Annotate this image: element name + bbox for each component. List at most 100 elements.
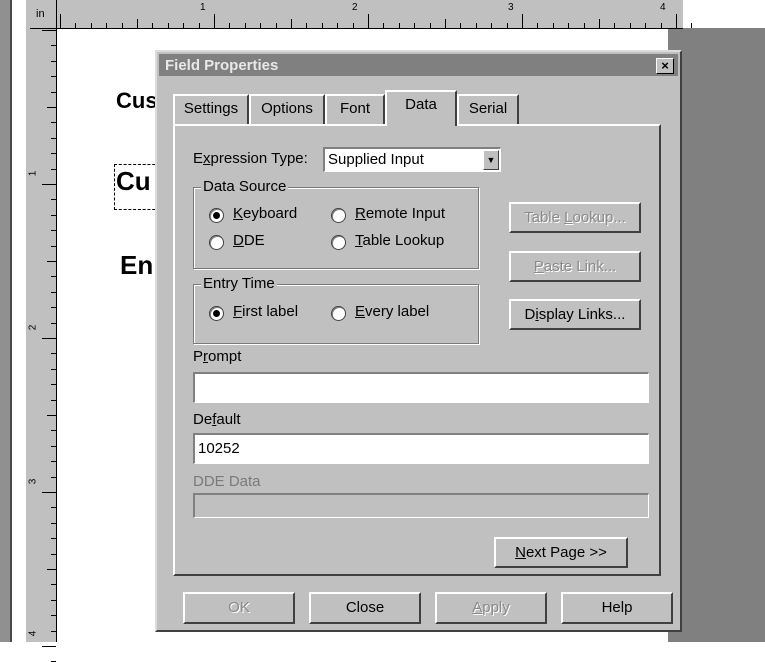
ruler-tick: [568, 23, 570, 28]
window-left-edge: [0, 0, 10, 642]
close-button[interactable]: Close: [309, 592, 421, 624]
ruler-tick: [137, 19, 138, 28]
ruler-tick: [506, 23, 508, 28]
ruler-tick: [51, 307, 56, 309]
canvas-text-field-3[interactable]: En: [120, 250, 153, 281]
vruler-label-1: 1: [27, 170, 39, 177]
ruler-tick: [445, 19, 446, 28]
vertical-ruler: 1 2 3 4: [26, 0, 57, 662]
ruler-tick: [51, 476, 56, 478]
ruler-tick: [51, 276, 56, 278]
ruler-tick: [51, 230, 56, 232]
ruler-tick: [198, 23, 200, 28]
ruler-tick: [51, 599, 56, 601]
ruler-tick: [51, 91, 56, 93]
ruler-tick: [229, 23, 231, 28]
tab-options[interactable]: Options: [249, 94, 325, 124]
vruler-label-4: 4: [27, 630, 39, 637]
help-button[interactable]: Help: [561, 592, 673, 624]
ruler-tick: [51, 522, 56, 524]
ruler-tick: [51, 137, 56, 139]
ruler-tick: [90, 23, 92, 28]
ruler-tick: [244, 23, 246, 28]
tab-font[interactable]: Font: [325, 94, 385, 124]
ruler-tick: [60, 14, 61, 28]
tab-settings[interactable]: Settings: [173, 94, 249, 124]
ruler-tick: [368, 14, 369, 28]
ruler-tick: [552, 23, 554, 28]
ruler-tick: [51, 615, 56, 617]
ruler-tick: [42, 338, 56, 339]
apply-button[interactable]: Apply: [435, 592, 547, 624]
ruler-tick: [614, 23, 616, 28]
ruler-tick: [47, 569, 56, 570]
ruler-tick: [414, 23, 416, 28]
dialog-title: Field Properties: [165, 57, 279, 74]
ruler-tick: [75, 23, 77, 28]
ruler-tick: [51, 368, 56, 370]
ruler-tick: [629, 23, 631, 28]
ruler-tick: [51, 399, 56, 401]
ruler-unit-corner: in: [30, 0, 57, 29]
ruler-tick: [352, 23, 354, 28]
vruler-label-3: 3: [27, 478, 39, 485]
ok-button[interactable]: OK: [183, 592, 295, 624]
close-icon[interactable]: ×: [656, 58, 674, 74]
ruler-tick: [291, 19, 292, 28]
ruler-tick: [383, 23, 385, 28]
ruler-tick: [167, 23, 169, 28]
ruler-tick: [51, 199, 56, 201]
dialog-titlebar[interactable]: Field Properties ×: [159, 54, 678, 76]
tab-serial[interactable]: Serial: [457, 94, 519, 124]
tab-data[interactable]: Data: [385, 90, 457, 126]
ruler-tick: [47, 107, 56, 108]
ruler-label-4: 4: [660, 2, 666, 13]
vruler-label-2: 2: [27, 324, 39, 331]
ruler-tick: [183, 23, 185, 28]
ruler-tick: [51, 553, 56, 555]
ruler-tick: [47, 415, 56, 416]
ruler-tick: [51, 507, 56, 509]
ruler-tick: [398, 23, 400, 28]
ruler-tick: [51, 122, 56, 124]
ruler-tick: [51, 461, 56, 463]
ruler-tick: [121, 23, 123, 28]
ruler-tick: [475, 23, 477, 28]
ruler-tick: [51, 430, 56, 432]
ruler-tick: [660, 23, 662, 28]
ruler-tick: [429, 23, 431, 28]
ruler-tick: [51, 630, 56, 632]
ruler-tick: [522, 14, 523, 28]
ruler-tick: [676, 14, 677, 28]
ruler-tick: [42, 646, 56, 647]
field-properties-dialog: Field Properties × Settings Options Font…: [155, 50, 682, 632]
ruler-tick: [51, 245, 56, 247]
ruler-tick: [51, 76, 56, 78]
ruler-tick: [645, 23, 647, 28]
ruler-tick: [51, 168, 56, 170]
ruler-tick: [51, 291, 56, 293]
ruler-tick: [691, 23, 693, 28]
ruler-tick: [106, 23, 108, 28]
ruler-tick: [51, 353, 56, 355]
ruler-tick: [51, 214, 56, 216]
ruler-tick: [51, 584, 56, 586]
canvas-text-field-1[interactable]: Cus: [116, 88, 158, 114]
ruler-tick: [51, 445, 56, 447]
horizontal-ruler: 1 2 3 4: [30, 0, 693, 29]
ruler-tick: [51, 60, 56, 62]
ruler-tick: [42, 184, 56, 185]
ruler-tick: [152, 23, 154, 28]
ruler-tick: [42, 30, 56, 31]
ruler-label-3: 3: [508, 2, 514, 13]
data-tab-panel: [173, 124, 661, 576]
ruler-tick: [537, 23, 539, 28]
ruler-tick: [47, 261, 56, 262]
ruler-tick: [583, 23, 585, 28]
canvas-text-field-2[interactable]: Cu: [116, 166, 151, 197]
ruler-tick: [460, 23, 462, 28]
ruler-tick: [337, 23, 339, 28]
ruler-tick: [51, 538, 56, 540]
ruler-tick: [599, 19, 600, 28]
ruler-tick: [51, 384, 56, 386]
